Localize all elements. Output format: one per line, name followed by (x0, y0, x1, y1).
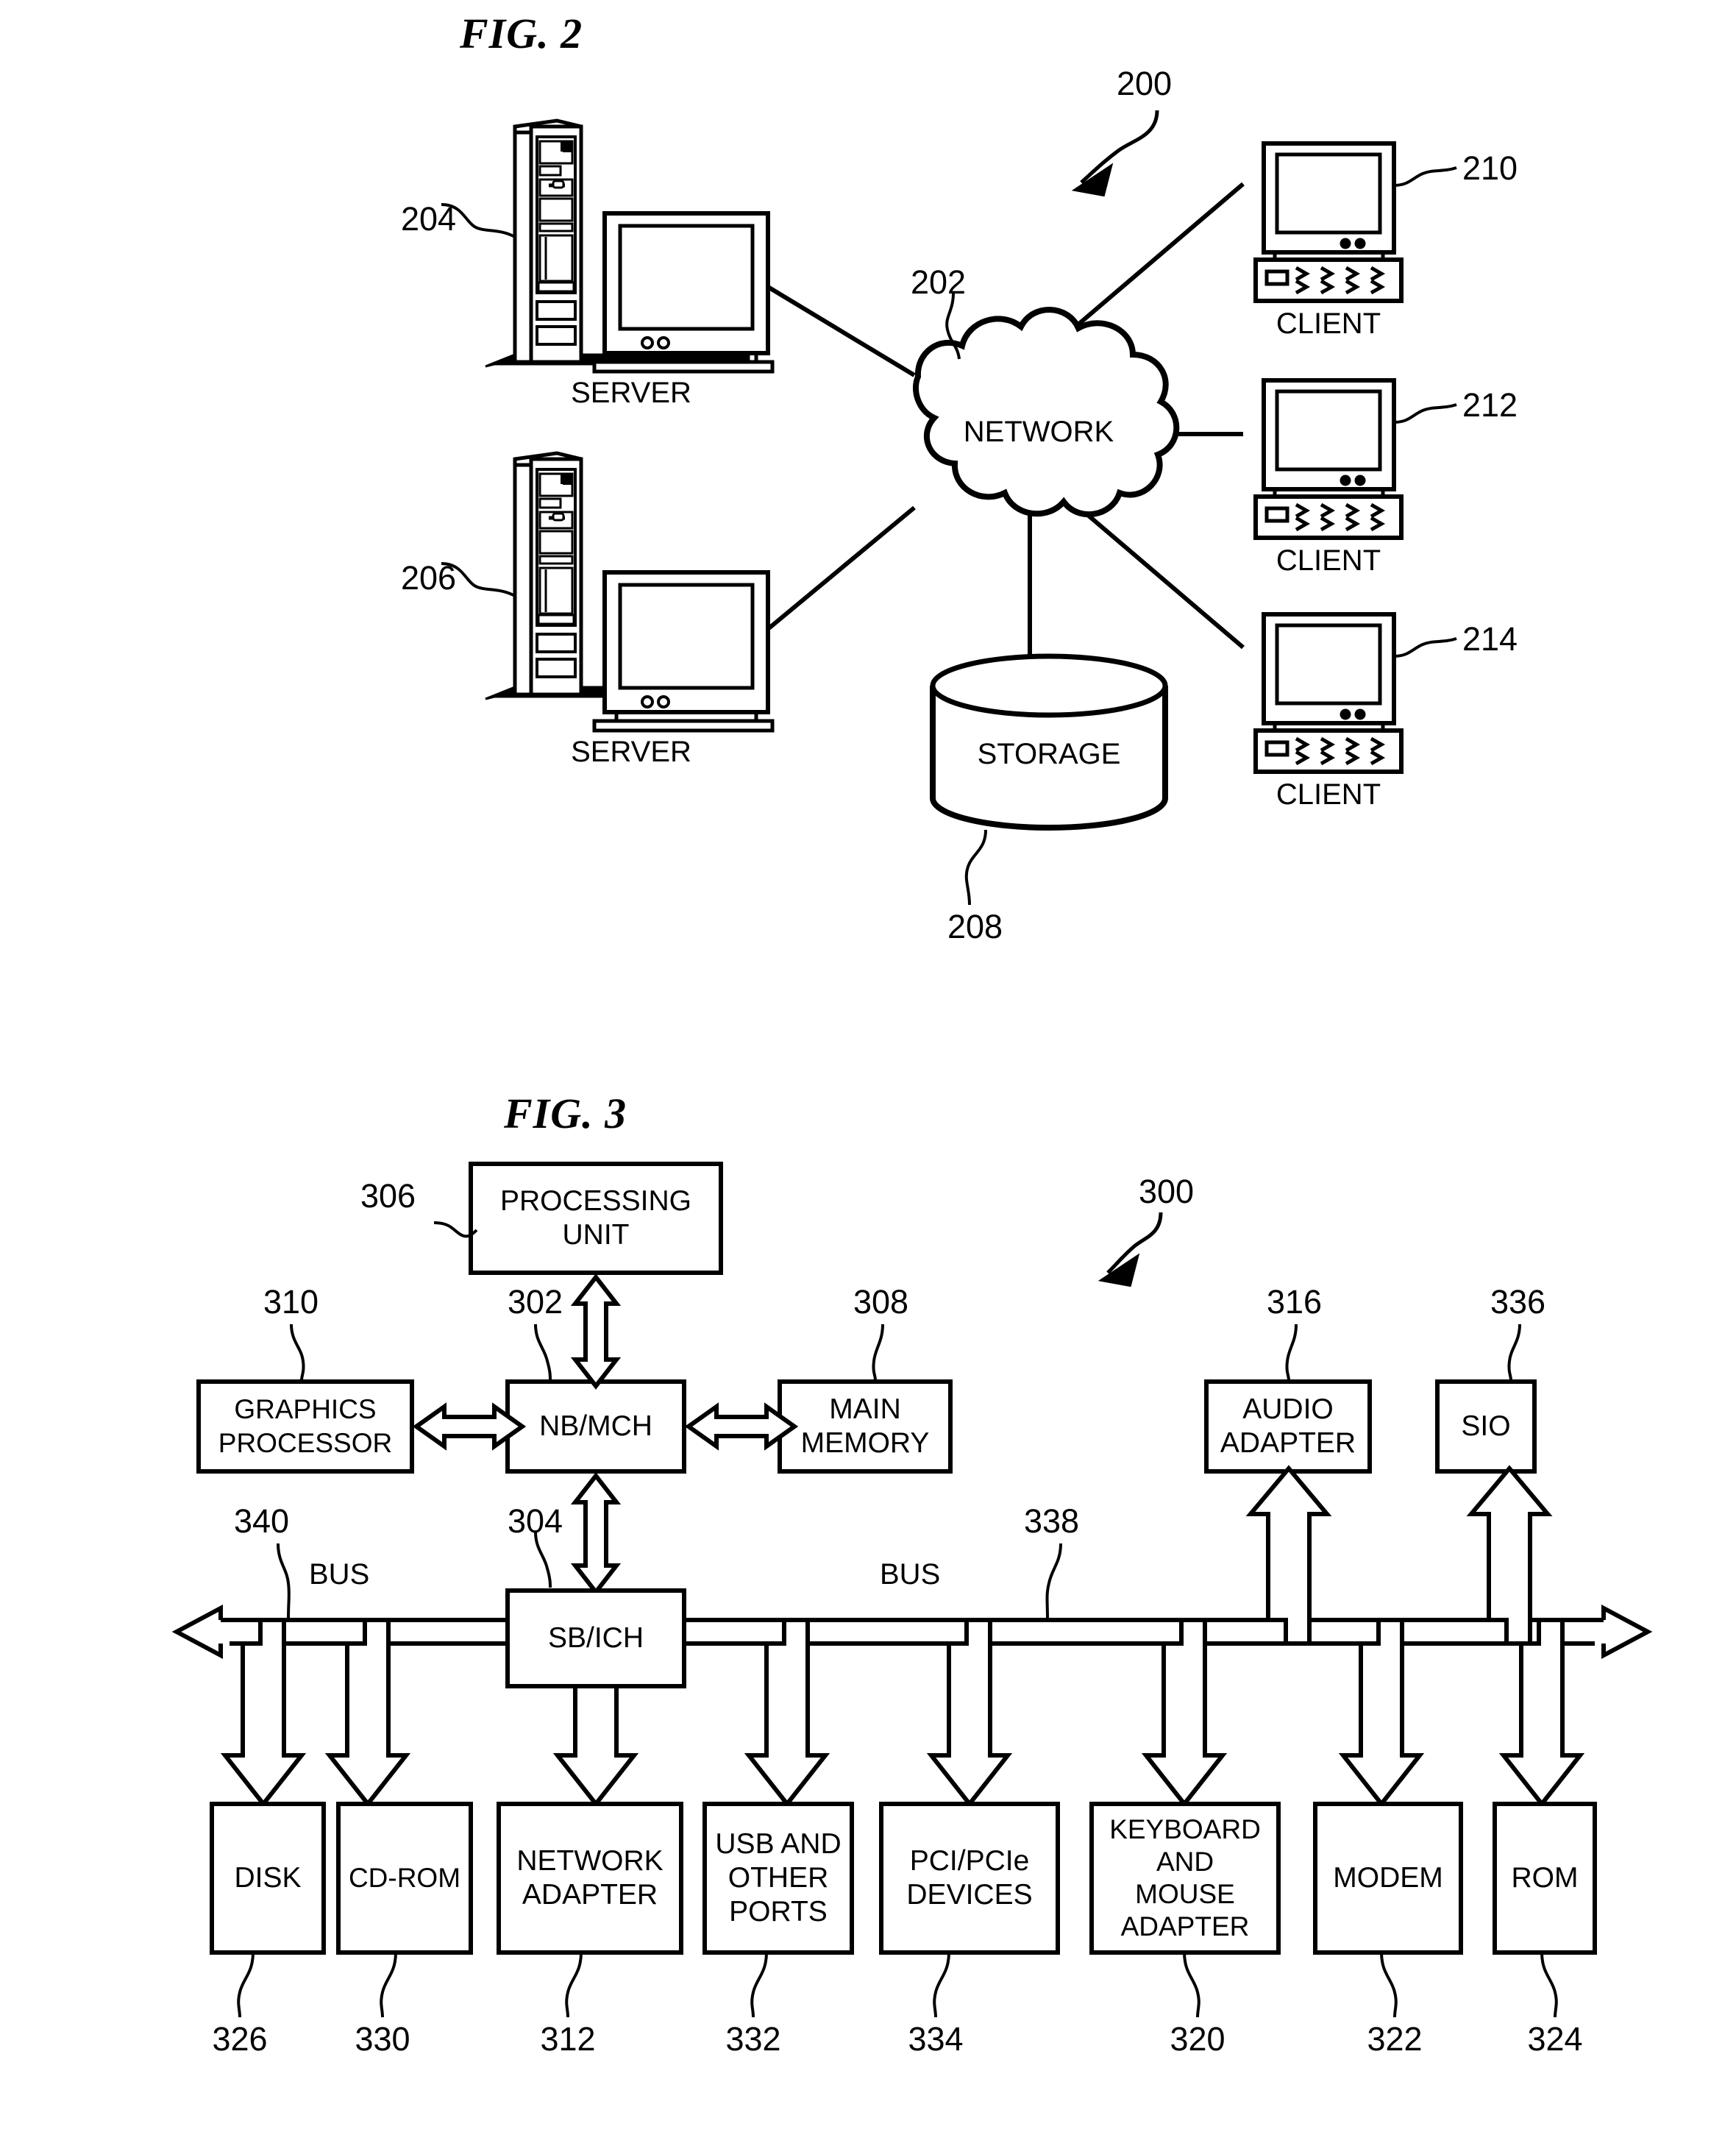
ref-336: 336 (1490, 1283, 1546, 1321)
figure-2-title: FIG. 2 (460, 10, 583, 57)
ref-310-leader (290, 1324, 305, 1381)
ref-332: 332 (725, 2020, 781, 2058)
ref-300: 300 (1139, 1173, 1195, 1210)
ref-320: 320 (1170, 2020, 1225, 2058)
figure-3-title: FIG. 3 (504, 1090, 627, 1137)
ref-332-leader (750, 1952, 768, 2018)
ref-338-leader (1045, 1543, 1062, 1619)
label-nb-mch: NB/MCH (539, 1410, 652, 1442)
ref-308: 308 (853, 1283, 909, 1321)
label-keyboard-mouse-adapter: KEYBOARD AND MOUSE ADAPTER (1109, 1814, 1261, 1941)
ref-316: 316 (1267, 1283, 1323, 1321)
label-storage: STORAGE (977, 738, 1121, 770)
system-200-leader (1080, 110, 1159, 184)
ref-212-leader (1393, 403, 1457, 424)
ref-310: 310 (263, 1283, 319, 1321)
bus-branches (220, 1618, 1585, 1808)
ref-308-leader (872, 1324, 884, 1381)
caption-client-1: CLIENT (1276, 308, 1381, 340)
ref-206: 206 (401, 559, 457, 597)
label-modem: MODEM (1333, 1862, 1443, 1894)
ref-330-leader (380, 1952, 397, 2018)
ref-340: 340 (234, 1502, 290, 1540)
label-audio-adapter: AUDIO ADAPTER (1220, 1393, 1356, 1459)
ref-312: 312 (540, 2020, 596, 2058)
arrow-pu-nbmch (570, 1273, 622, 1390)
network-cloud (913, 307, 1180, 517)
server-monitor-bottom (592, 570, 775, 733)
ref-330: 330 (355, 2020, 410, 2058)
ref-304: 304 (508, 1502, 563, 1540)
arrow-gp-nbmch (412, 1402, 527, 1451)
caption-server-bottom: SERVER (571, 736, 691, 768)
label-bus-right: BUS (880, 1558, 941, 1591)
client-3 (1253, 612, 1404, 774)
ref-208: 208 (947, 908, 1003, 945)
label-processing-unit: PROCESSING UNIT (499, 1185, 692, 1251)
label-bus-left: BUS (309, 1558, 370, 1591)
ref-326-leader (237, 1952, 255, 2018)
patent-figure-sheet: FIG. 2 200 204 SERVER 206 SERVER 202 NET… (0, 0, 1736, 2146)
arrow-nbmch-mm (684, 1402, 799, 1451)
bus-upward-arrows (1245, 1465, 1553, 1646)
ref-324: 324 (1527, 2020, 1583, 2058)
label-main-memory: MAIN MEMORY (800, 1393, 930, 1459)
ref-334: 334 (908, 2020, 964, 2058)
label-cd-rom: CD-ROM (348, 1863, 461, 1893)
ref-204: 204 (401, 200, 457, 238)
ref-306: 306 (360, 1177, 416, 1215)
ref-334-leader (933, 1952, 950, 2018)
ref-312-leader (565, 1952, 583, 2018)
ref-322-leader (1380, 1952, 1398, 2018)
ref-214: 214 (1462, 620, 1518, 658)
label-pci-devices: PCI/PCIe DEVICES (906, 1845, 1033, 1911)
caption-client-2: CLIENT (1276, 544, 1381, 577)
server-monitor-top (592, 211, 775, 374)
label-sb-ich: SB/ICH (547, 1622, 644, 1654)
ref-324-leader (1540, 1952, 1558, 2018)
label-graphics-processor: GRAPHICS PROCESSOR (218, 1394, 393, 1458)
label-disk: DISK (234, 1862, 302, 1894)
client-2 (1253, 378, 1404, 540)
ref-320-leader (1183, 1952, 1200, 2018)
ref-336-leader (1507, 1324, 1521, 1381)
label-sio: SIO (1461, 1410, 1511, 1442)
label-network-adapter: NETWORK ADAPTER (516, 1845, 664, 1911)
arrow-nbmch-sbich (570, 1472, 622, 1596)
ref-202: 202 (911, 263, 967, 301)
ref-208-leader (964, 829, 987, 906)
link-server-top-network (766, 285, 916, 377)
ref-302: 302 (508, 1283, 563, 1321)
client-1 (1253, 141, 1404, 303)
ref-210-leader (1393, 166, 1457, 187)
caption-client-3: CLIENT (1276, 778, 1381, 811)
ref-302-leader (534, 1324, 552, 1381)
ref-200: 200 (1117, 65, 1173, 102)
ref-210: 210 (1462, 149, 1518, 187)
label-network: NETWORK (963, 416, 1114, 448)
ref-316-leader (1285, 1324, 1298, 1381)
ref-326: 326 (212, 2020, 268, 2058)
label-rom: ROM (1511, 1862, 1579, 1894)
ref-322: 322 (1367, 2020, 1423, 2058)
link-server-bottom-network (766, 505, 916, 631)
ref-338: 338 (1024, 1502, 1080, 1540)
ref-212: 212 (1462, 386, 1518, 424)
ref-214-leader (1393, 637, 1457, 658)
ref-340-leader (277, 1543, 291, 1619)
bus-line (171, 1605, 1653, 1659)
label-usb-ports: USB AND OTHER PORTS (715, 1828, 842, 1928)
caption-server-top: SERVER (571, 377, 691, 409)
